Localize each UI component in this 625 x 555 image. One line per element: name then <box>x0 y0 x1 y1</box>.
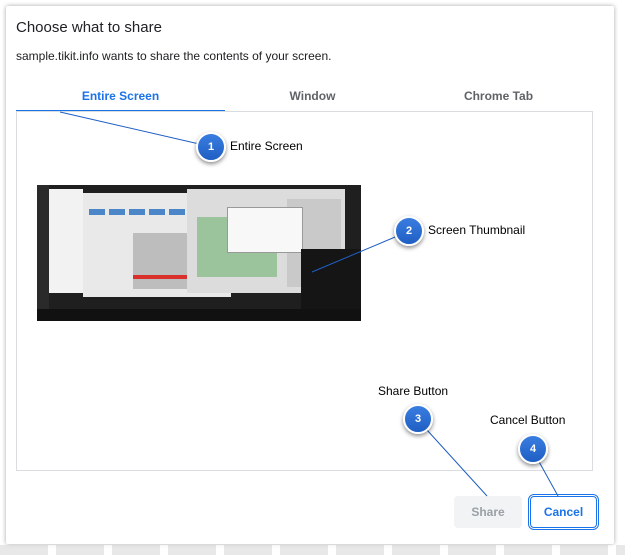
callout-leader-lines <box>59 111 559 497</box>
callout-badge-3: 3 <box>403 404 433 434</box>
callout-badge-4: 4 <box>518 434 548 464</box>
callout-label-2: Screen Thumbnail <box>428 223 526 237</box>
callout-label-1: Entire Screen <box>230 139 303 153</box>
leader-line <box>59 111 209 147</box>
callout-badge-2: 2 <box>394 216 424 246</box>
leader-line <box>311 231 408 273</box>
callout-badge-1: 1 <box>196 132 226 162</box>
callout-label-4: Cancel Button <box>490 413 566 427</box>
callout-label-3: Share Button <box>378 384 449 398</box>
